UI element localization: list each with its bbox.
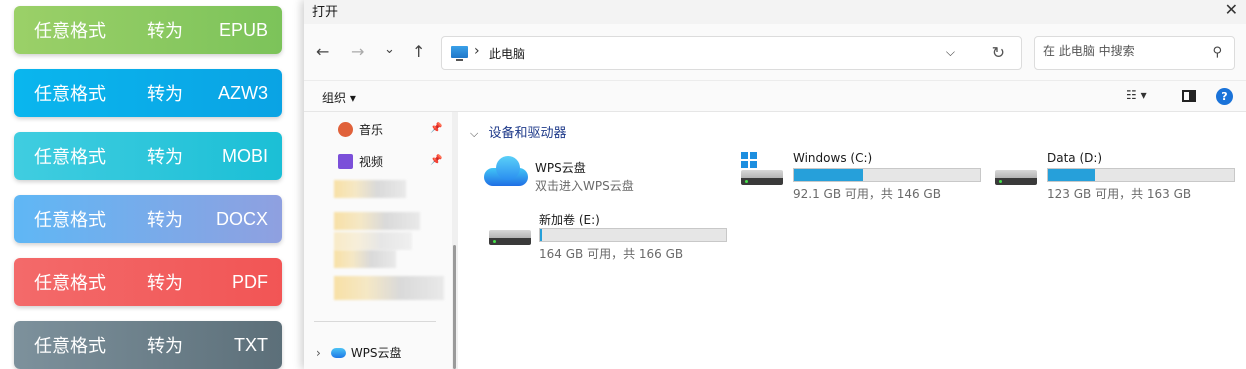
button-verb: 转为 <box>147 147 183 168</box>
address-bar[interactable]: › 此电脑 ⌵ ↻ <box>441 36 1022 70</box>
music-icon <box>338 122 353 137</box>
help-icon[interactable]: ? <box>1216 88 1233 105</box>
group-header-label: 设备和驱动器 <box>488 126 567 141</box>
convert-to-docx-button[interactable]: 任意格式 转为 DOCX <box>14 195 282 243</box>
refresh-icon[interactable]: ↻ <box>992 43 1005 62</box>
windows-drive-icon <box>741 170 783 185</box>
recent-locations-icon[interactable]: ⌄ <box>384 42 395 57</box>
nav-item-music[interactable]: 音乐 <box>338 121 383 138</box>
up-arrow-icon[interactable]: ↑ <box>412 42 425 61</box>
button-prefix: 任意格式 <box>34 210 106 231</box>
button-format: DOCX <box>215 208 268 229</box>
navigation-pane: 音乐 📌 视频 📌 › WPS云盘 <box>304 112 452 369</box>
video-icon <box>338 154 353 169</box>
convert-to-mobi-button[interactable]: 任意格式 转为 MOBI <box>14 132 282 180</box>
organize-menu-button[interactable]: 组织 ▾ <box>322 89 356 106</box>
drive-usage-bar <box>1047 168 1235 182</box>
drive-c-tile[interactable]: Windows (C:) 92.1 GB 可用，共 146 GB <box>738 148 988 202</box>
button-format: TXT <box>234 334 268 355</box>
nav-item-label: WPS云盘 <box>350 346 402 360</box>
group-header-devices[interactable]: ⌵ 设备和驱动器 <box>470 122 567 141</box>
preview-pane-icon[interactable] <box>1182 90 1196 102</box>
button-prefix: 任意格式 <box>34 21 106 42</box>
file-list-area: ⌵ 设备和驱动器 WPS云盘 双击进入WPS云盘 Windows (C:) 92… <box>458 112 1246 369</box>
drive-usage-fill <box>1048 169 1095 181</box>
nav-item-video[interactable]: 视频 <box>338 153 383 170</box>
convert-to-epub-button[interactable]: 任意格式 转为 EPUB <box>14 6 282 54</box>
button-format: EPUB <box>218 19 268 40</box>
drive-name: Windows (C:) <box>793 151 873 165</box>
blurred-nav-item[interactable] <box>334 212 420 230</box>
search-icon[interactable]: ⚲ <box>1212 45 1222 60</box>
button-prefix: 任意格式 <box>34 84 106 105</box>
blurred-nav-item[interactable] <box>334 276 444 300</box>
button-prefix: 任意格式 <box>34 336 106 357</box>
close-icon[interactable]: ✕ <box>1225 0 1238 19</box>
wps-cloud-icon <box>484 156 528 186</box>
forward-arrow-icon[interactable]: → <box>351 42 364 61</box>
chevron-down-icon[interactable]: ⌵ <box>946 45 955 60</box>
button-verb: 转为 <box>147 21 183 42</box>
button-verb: 转为 <box>147 273 183 294</box>
drive-name: Data (D:) <box>1047 151 1103 165</box>
button-verb: 转为 <box>147 336 183 357</box>
drive-e-tile[interactable]: 新加卷 (E:) 164 GB 可用，共 166 GB <box>484 208 734 262</box>
convert-to-pdf-button[interactable]: 任意格式 转为 PDF <box>14 258 282 306</box>
button-verb: 转为 <box>147 84 183 105</box>
breadcrumb-this-pc[interactable]: 此电脑 <box>489 45 525 62</box>
monitor-stand <box>456 59 463 61</box>
converter-panel: 任意格式 转为 EPUB 任意格式 转为 AZW3 任意格式 转为 MOBI 任… <box>0 0 298 369</box>
drive-space: 123 GB 可用，共 163 GB <box>1047 187 1192 201</box>
convert-to-azw3-button[interactable]: 任意格式 转为 AZW3 <box>14 69 282 117</box>
drive-usage-fill <box>540 229 543 241</box>
open-file-dialog: 打开 ✕ ← → ⌄ ↑ › 此电脑 ⌵ ↻ ⚲ 组织 ▾ ☷ ▾ <box>304 0 1246 369</box>
wps-cloud-tile[interactable]: WPS云盘 双击进入WPS云盘 <box>458 150 698 200</box>
windows-logo-icon <box>741 152 757 168</box>
drive-space: 92.1 GB 可用，共 146 GB <box>793 187 941 201</box>
dialog-title: 打开 <box>312 5 339 20</box>
blurred-nav-item[interactable] <box>334 232 412 250</box>
chevron-down-icon: ⌵ <box>470 127 479 140</box>
cloud-icon <box>330 347 346 358</box>
view-options-button[interactable]: ☷ ▾ <box>1126 88 1147 102</box>
button-prefix: 任意格式 <box>34 273 106 294</box>
button-format: AZW3 <box>217 82 268 103</box>
blurred-nav-item[interactable] <box>334 250 396 268</box>
back-arrow-icon[interactable]: ← <box>316 42 329 61</box>
drive-d-tile[interactable]: Data (D:) 123 GB 可用，共 163 GB <box>992 148 1242 202</box>
drive-usage-fill <box>794 169 863 181</box>
nav-divider <box>314 321 436 322</box>
wps-cloud-subtitle: 双击进入WPS云盘 <box>535 179 634 193</box>
hdd-icon <box>489 230 531 245</box>
button-format: MOBI <box>221 145 268 166</box>
pin-icon: 📌 <box>430 155 443 166</box>
drive-usage-bar <box>793 168 981 182</box>
wps-cloud-name: WPS云盘 <box>535 161 586 175</box>
pin-icon: 📌 <box>430 123 443 134</box>
nav-item-wps-cloud[interactable]: › WPS云盘 <box>316 344 402 361</box>
drive-space: 164 GB 可用，共 166 GB <box>539 247 684 261</box>
screen: 任意格式 转为 EPUB 任意格式 转为 AZW3 任意格式 转为 MOBI 任… <box>0 0 1246 369</box>
nav-item-label: 音乐 <box>359 123 384 137</box>
command-bar: 组织 ▾ ☷ ▾ ? <box>304 80 1246 112</box>
search-input[interactable] <box>1043 44 1203 58</box>
dialog-titlebar: 打开 ✕ <box>304 0 1246 24</box>
drive-name: 新加卷 (E:) <box>539 213 600 227</box>
navigation-bar: ← → ⌄ ↑ › 此电脑 ⌵ ↻ ⚲ <box>304 24 1246 80</box>
convert-to-txt-button[interactable]: 任意格式 转为 TXT <box>14 321 282 369</box>
hdd-icon <box>995 170 1037 185</box>
scrollbar-thumb[interactable] <box>453 245 456 369</box>
search-box[interactable]: ⚲ <box>1034 36 1235 70</box>
nav-item-label: 视频 <box>359 155 384 169</box>
breadcrumb-separator[interactable]: › <box>474 43 480 59</box>
blurred-nav-item[interactable] <box>334 180 406 198</box>
button-format: PDF <box>232 271 268 292</box>
button-prefix: 任意格式 <box>34 147 106 168</box>
button-verb: 转为 <box>147 210 183 231</box>
drive-usage-bar <box>539 228 727 242</box>
this-pc-icon <box>451 46 468 58</box>
chevron-right-icon[interactable]: › <box>316 346 321 360</box>
